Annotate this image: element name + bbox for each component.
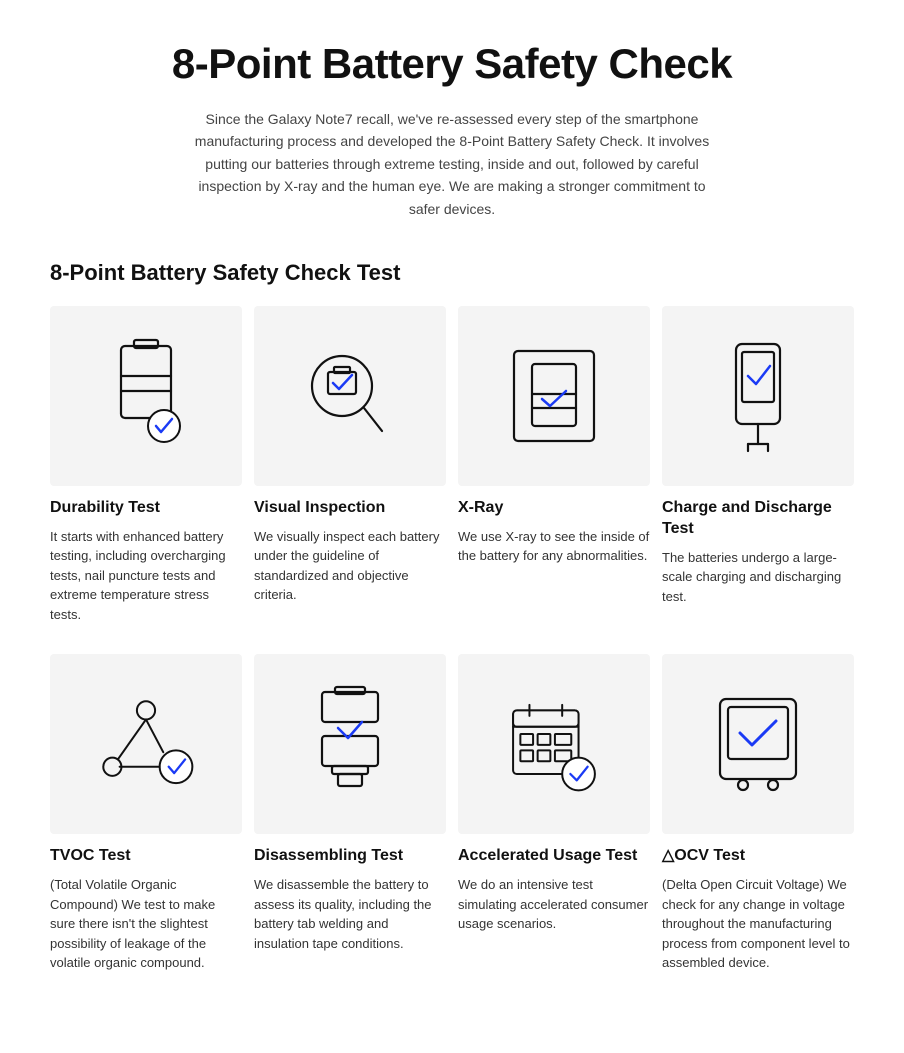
page-title: 8-Point Battery Safety Check: [50, 40, 854, 88]
durability-icon: [96, 336, 196, 456]
tvoc-info: TVOC Test (Total Volatile Organic Compou…: [50, 846, 242, 972]
ocv-icon-card: [662, 654, 854, 834]
visual-icon-card: [254, 306, 446, 486]
ocv-info: △OCV Test (Delta Open Circuit Voltage) W…: [662, 846, 854, 972]
visual-desc: We visually inspect each battery under t…: [254, 527, 446, 605]
xray-desc: We use X-ray to see the inside of the ba…: [458, 527, 650, 566]
disassemble-title: Disassembling Test: [254, 846, 446, 867]
disassemble-desc: We disassemble the battery to assess its…: [254, 875, 446, 953]
intro-text: Since the Galaxy Note7 recall, we've re-…: [192, 108, 712, 220]
charge-icon: [708, 336, 808, 456]
durability-title: Durability Test: [50, 498, 242, 519]
visual-icon: [300, 336, 400, 456]
charge-title: Charge and Discharge Test: [662, 498, 854, 540]
durability-icon-card: [50, 306, 242, 486]
accelerated-info: Accelerated Usage Test We do an intensiv…: [458, 846, 650, 972]
accelerated-title: Accelerated Usage Test: [458, 846, 650, 867]
xray-icon: [504, 336, 604, 456]
icon-grid-row1: [50, 306, 854, 486]
visual-title: Visual Inspection: [254, 498, 446, 519]
info-grid-row1: Durability Test It starts with enhanced …: [50, 498, 854, 624]
ocv-desc: (Delta Open Circuit Voltage) We check fo…: [662, 875, 854, 973]
charge-icon-card: [662, 306, 854, 486]
disassemble-icon: [300, 684, 400, 804]
xray-title: X-Ray: [458, 498, 650, 519]
xray-info: X-Ray We use X-ray to see the inside of …: [458, 498, 650, 624]
durability-desc: It starts with enhanced battery testing,…: [50, 527, 242, 625]
ocv-title: △OCV Test: [662, 846, 854, 867]
visual-info: Visual Inspection We visually inspect ea…: [254, 498, 446, 624]
accelerated-desc: We do an intensive test simulating accel…: [458, 875, 650, 934]
icon-grid-row2: [50, 654, 854, 834]
charge-desc: The batteries undergo a large-scale char…: [662, 548, 854, 607]
charge-info: Charge and Discharge Test The batteries …: [662, 498, 854, 624]
tvoc-icon-card: [50, 654, 242, 834]
tvoc-title: TVOC Test: [50, 846, 242, 867]
info-grid-row2: TVOC Test (Total Volatile Organic Compou…: [50, 846, 854, 972]
ocv-icon: [708, 684, 808, 804]
tvoc-desc: (Total Volatile Organic Compound) We tes…: [50, 875, 242, 973]
tvoc-icon: [96, 684, 196, 804]
section-title: 8-Point Battery Safety Check Test: [50, 260, 854, 286]
disassemble-info: Disassembling Test We disassemble the ba…: [254, 846, 446, 972]
accelerated-icon: [504, 684, 604, 804]
accelerated-icon-card: [458, 654, 650, 834]
xray-icon-card: [458, 306, 650, 486]
durability-info: Durability Test It starts with enhanced …: [50, 498, 242, 624]
disassemble-icon-card: [254, 654, 446, 834]
